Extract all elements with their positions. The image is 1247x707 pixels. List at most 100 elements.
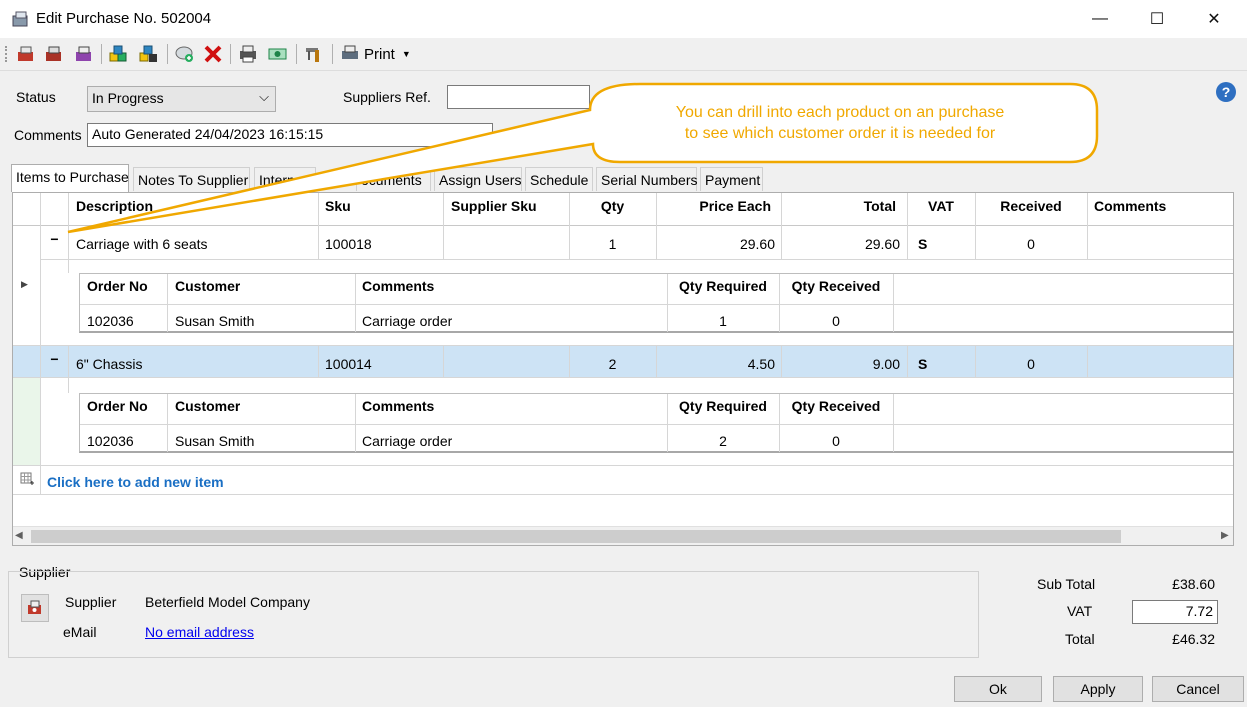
row-qty[interactable]: 1 xyxy=(569,236,656,252)
detail-qty-required[interactable]: 2 xyxy=(667,433,779,449)
add-new-item-link[interactable]: Click here to add new item xyxy=(47,474,224,490)
tab-documents[interactable]: ocuments xyxy=(356,167,431,191)
tab-schedule[interactable]: Schedule xyxy=(525,167,593,191)
sub-header-qty-required[interactable]: Qty Required xyxy=(667,398,779,414)
toolbar-grip xyxy=(5,46,9,62)
row-sku[interactable]: 100014 xyxy=(325,356,372,372)
subtotal-value: £38.60 xyxy=(1172,576,1215,592)
column-header-sku[interactable]: Sku xyxy=(325,198,351,214)
tab-notes-to-supplier[interactable]: Notes To Supplier xyxy=(133,167,250,191)
status-value: In Progress xyxy=(92,90,164,106)
detail-table: Order No Customer Comments Qty Required … xyxy=(79,393,1233,453)
toolbar-separator xyxy=(167,44,168,64)
comments-input[interactable]: Auto Generated 24/04/2023 16:15:15 xyxy=(87,123,493,147)
row-total[interactable]: 29.60 xyxy=(781,236,900,252)
purchase-app-icon xyxy=(12,11,28,27)
vat-input[interactable]: 7.72 xyxy=(1132,600,1218,624)
toolbar-separator xyxy=(230,44,231,64)
row-vat[interactable]: S xyxy=(918,236,927,252)
vat-label: VAT xyxy=(1067,603,1093,619)
scrollbar-thumb[interactable] xyxy=(31,530,1121,543)
supplier-icon xyxy=(28,600,41,614)
sub-header-qty-required[interactable]: Qty Required xyxy=(667,278,779,294)
status-label: Status xyxy=(16,89,56,105)
tab-serial-numbers[interactable]: Serial Numbers xyxy=(596,167,697,191)
column-header-qty[interactable]: Qty xyxy=(569,198,656,214)
column-header-price-each[interactable]: Price Each xyxy=(656,198,771,214)
column-header-received[interactable]: Received xyxy=(975,198,1087,214)
stock-lock-icon[interactable] xyxy=(137,42,161,66)
sub-header-comments[interactable]: Comments xyxy=(362,398,434,414)
detail-qty-received[interactable]: 0 xyxy=(779,313,893,329)
detail-customer[interactable]: Susan Smith xyxy=(175,433,254,449)
scroll-left-icon[interactable]: ◀ xyxy=(15,530,23,541)
row-price-each[interactable]: 4.50 xyxy=(656,356,775,372)
sub-header-qty-received[interactable]: Qty Received xyxy=(779,278,893,294)
print-label: Print xyxy=(364,45,395,63)
tab-assign-users[interactable]: Assign Users xyxy=(434,167,522,191)
column-header-comments[interactable]: Comments xyxy=(1094,198,1166,214)
close-button[interactable]: ✕ xyxy=(1191,0,1237,38)
total-value: £46.32 xyxy=(1172,631,1215,647)
status-select[interactable]: In Progress ⌵ xyxy=(87,86,276,112)
column-header-supplier-sku[interactable]: Supplier Sku xyxy=(451,198,537,214)
minimize-button[interactable]: — xyxy=(1077,0,1123,38)
purchase-new-icon[interactable] xyxy=(14,42,38,66)
horizontal-scrollbar[interactable]: ◀ ▶ xyxy=(13,526,1233,545)
column-header-total[interactable]: Total xyxy=(781,198,896,214)
supplier-lookup-button[interactable] xyxy=(21,594,49,622)
column-header-vat[interactable]: VAT xyxy=(907,198,975,214)
apply-button[interactable]: Apply xyxy=(1053,676,1143,702)
tab-internal[interactable]: Intern xyxy=(254,167,316,191)
row-total[interactable]: 9.00 xyxy=(781,356,900,372)
detail-comments[interactable]: Carriage order xyxy=(362,433,452,449)
supplier-name: Beterfield Model Company xyxy=(145,594,310,610)
scroll-right-icon[interactable]: ▶ xyxy=(1221,530,1229,541)
window-title: Edit Purchase No. 502004 xyxy=(36,10,212,27)
email-label: eMail xyxy=(63,624,97,640)
suppliers-ref-input[interactable] xyxy=(447,85,590,109)
collapse-row-button[interactable]: − xyxy=(41,351,68,367)
help-icon[interactable]: ? xyxy=(1216,82,1236,102)
add-comment-icon[interactable] xyxy=(173,42,197,66)
callout-line-2: to see which customer order it is needed… xyxy=(684,125,996,142)
sub-header-qty-received[interactable]: Qty Received xyxy=(779,398,893,414)
money-icon[interactable] xyxy=(266,42,290,66)
ok-button[interactable]: Ok xyxy=(954,676,1042,702)
stock-boxes-icon[interactable] xyxy=(107,42,131,66)
email-link[interactable]: No email address xyxy=(145,624,254,640)
row-qty[interactable]: 2 xyxy=(569,356,656,372)
maximize-button[interactable]: ☐ xyxy=(1134,0,1180,38)
toolbar-separator xyxy=(296,44,297,64)
tab-items-to-purchase[interactable]: Items to Purchase xyxy=(11,164,129,192)
detail-qty-received[interactable]: 0 xyxy=(779,433,893,449)
tools-icon[interactable] xyxy=(302,42,326,66)
row-sku[interactable]: 100018 xyxy=(325,236,372,252)
purchase-copy-icon[interactable] xyxy=(42,42,66,66)
row-vat[interactable]: S xyxy=(918,356,927,372)
sub-header-order-no[interactable]: Order No xyxy=(87,278,148,294)
detail-order-no[interactable]: 102036 xyxy=(87,433,134,449)
sub-header-customer[interactable]: Customer xyxy=(175,398,240,414)
collapse-row-button[interactable]: − xyxy=(41,231,68,247)
detail-order-no[interactable]: 102036 xyxy=(87,313,134,329)
column-header-description[interactable]: Description xyxy=(76,198,153,214)
purchase-search-icon[interactable] xyxy=(72,42,96,66)
tab-payment[interactable]: Payment xyxy=(700,167,763,191)
row-description[interactable]: Carriage with 6 seats xyxy=(76,236,208,252)
sub-header-order-no[interactable]: Order No xyxy=(87,398,148,414)
sub-header-customer[interactable]: Customer xyxy=(175,278,240,294)
detail-customer[interactable]: Susan Smith xyxy=(175,313,254,329)
detail-comments[interactable]: Carriage order xyxy=(362,313,452,329)
sub-header-comments[interactable]: Comments xyxy=(362,278,434,294)
delete-icon[interactable] xyxy=(201,42,225,66)
printer-icon[interactable] xyxy=(236,42,260,66)
cancel-button[interactable]: Cancel xyxy=(1152,676,1244,702)
detail-qty-required[interactable]: 1 xyxy=(667,313,779,329)
row-description[interactable]: 6" Chassis xyxy=(76,356,142,372)
row-received[interactable]: 0 xyxy=(975,236,1087,252)
print-dropdown-button[interactable]: Print ▼ xyxy=(339,43,411,65)
row-price-each[interactable]: 29.60 xyxy=(656,236,775,252)
toolbar-separator xyxy=(332,44,333,64)
row-received[interactable]: 0 xyxy=(975,356,1087,372)
